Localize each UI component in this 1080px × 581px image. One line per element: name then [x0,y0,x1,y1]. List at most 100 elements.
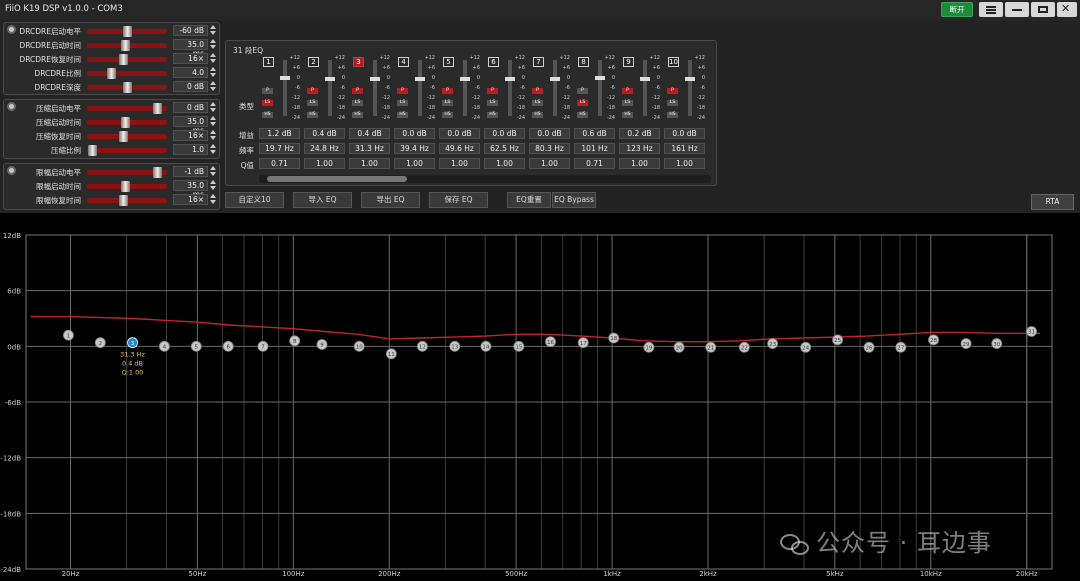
band-type-p-button[interactable]: P [352,88,363,94]
band-type-ls-button[interactable]: LS [397,100,408,106]
band-type-p-button[interactable]: P [262,88,273,94]
drcdre-row-value[interactable]: 0 dB [173,81,208,92]
close-button[interactable]: ✕ [1057,2,1077,17]
band-type-ls-button[interactable]: LS [622,100,633,106]
band-q-field[interactable]: 1.00 [529,158,570,169]
drcdre-row-slider[interactable] [87,54,167,65]
band-number-10[interactable]: 10 [668,57,679,67]
band-gain-field[interactable]: 0.6 dB [574,128,615,139]
menu-button[interactable] [979,2,1003,17]
limiter-enable-icon[interactable] [7,166,16,175]
drcdre-row-slider-thumb[interactable] [119,54,128,65]
band-number-4[interactable]: 4 [398,57,409,67]
band-type-hs-button[interactable]: HS [487,112,498,118]
band-type-ls-button[interactable]: LS [577,100,588,106]
band-type-ls-button[interactable]: LS [487,100,498,106]
drcdre-row-spin-icon[interactable] [209,81,217,92]
compressor-row-value[interactable]: 35.0 ms [173,116,208,135]
band-type-p-button[interactable]: P [577,88,588,94]
band-type-hs-button[interactable]: HS [667,112,678,118]
save-eq-button[interactable]: 保存 EQ [429,192,488,208]
compressor-row-spin-icon[interactable] [209,102,217,113]
band-type-hs-button[interactable]: HS [307,112,318,118]
custom-preset-button[interactable]: 自定义10 [225,192,284,208]
drcdre-row-spin-icon[interactable] [209,39,217,50]
compressor-row-slider-thumb[interactable] [153,103,162,114]
drcdre-enable-icon[interactable] [7,25,16,34]
band-freq-field[interactable]: 19.7 Hz [259,143,300,154]
band-freq-field[interactable]: 39.4 Hz [394,143,435,154]
limiter-row-slider-thumb[interactable] [121,181,130,192]
band-gain-field[interactable]: 0.2 dB [619,128,660,139]
band-freq-field[interactable]: 31.3 Hz [349,143,390,154]
band-q-field[interactable]: 1.00 [664,158,705,169]
band-number-7[interactable]: 7 [533,57,544,67]
band-number-3[interactable]: 3 [353,57,364,67]
drcdre-row-value[interactable]: 16× [173,53,208,64]
drcdre-row-value[interactable]: -60 dB [173,25,208,36]
band-gain-slider[interactable] [550,60,560,116]
band-type-ls-button[interactable]: LS [442,100,453,106]
band-gain-field[interactable]: 0.0 dB [439,128,480,139]
band-type-hs-button[interactable]: HS [622,112,633,118]
limiter-row-spin-icon[interactable] [209,180,217,191]
compressor-row-slider[interactable] [87,145,167,156]
band-freq-field[interactable]: 80.3 Hz [529,143,570,154]
band-gain-slider[interactable] [460,60,470,116]
limiter-row-slider-thumb[interactable] [119,195,128,206]
band-type-p-button[interactable]: P [487,88,498,94]
maximize-button[interactable] [1031,2,1055,17]
drcdre-row-slider-thumb[interactable] [123,26,132,37]
limiter-row-spin-icon[interactable] [209,166,217,177]
drcdre-row-spin-icon[interactable] [209,53,217,64]
band-number-6[interactable]: 6 [488,57,499,67]
eq-scrollbar[interactable] [259,175,711,183]
drcdre-row-slider[interactable] [87,26,167,37]
compressor-row-spin-icon[interactable] [209,130,217,141]
band-gain-field[interactable]: 0.4 dB [304,128,345,139]
band-gain-slider[interactable] [280,60,290,116]
drcdre-row-spin-icon[interactable] [209,25,217,36]
band-type-ls-button[interactable]: LS [352,100,363,106]
band-freq-field[interactable]: 49.6 Hz [439,143,480,154]
compressor-row-slider[interactable] [87,131,167,142]
compressor-row-slider-thumb[interactable] [121,117,130,128]
band-type-hs-button[interactable]: HS [397,112,408,118]
band-gain-field[interactable]: 0.0 dB [529,128,570,139]
band-freq-field[interactable]: 62.5 Hz [484,143,525,154]
minimize-button[interactable] [1005,2,1029,17]
band-q-field[interactable]: 1.00 [394,158,435,169]
drcdre-row-slider-thumb[interactable] [107,68,116,79]
band-gain-slider[interactable] [505,60,515,116]
eq-reset-button[interactable]: EQ重置 [507,192,551,208]
rta-button[interactable]: RTA [1031,194,1074,210]
band-type-p-button[interactable]: P [442,88,453,94]
limiter-row-slider[interactable] [87,181,167,192]
band-gain-field[interactable]: 0.0 dB [664,128,705,139]
band-gain-field[interactable]: 1.2 dB [259,128,300,139]
band-type-p-button[interactable]: P [397,88,408,94]
eq-bypass-button[interactable]: EQ Bypass [552,192,596,208]
band-q-field[interactable]: 0.71 [574,158,615,169]
drcdre-row-value[interactable]: 35.0 ms [173,39,208,58]
band-gain-slider[interactable] [325,60,335,116]
disconnect-button[interactable]: 断开 [941,2,973,17]
compressor-row-slider-thumb[interactable] [119,131,128,142]
compressor-row-spin-icon[interactable] [209,116,217,127]
band-type-p-button[interactable]: P [622,88,633,94]
band-freq-field[interactable]: 101 Hz [574,143,615,154]
band-number-8[interactable]: 8 [578,57,589,67]
limiter-row-value[interactable]: 35.0 ms [173,180,208,199]
band-type-hs-button[interactable]: HS [532,112,543,118]
drcdre-row-slider[interactable] [87,82,167,93]
band-q-field[interactable]: 1.00 [304,158,345,169]
band-q-field[interactable]: 1.00 [349,158,390,169]
compressor-row-slider[interactable] [87,117,167,128]
band-type-hs-button[interactable]: HS [442,112,453,118]
eq-scrollbar-thumb[interactable] [267,176,407,182]
band-type-hs-button[interactable]: HS [262,112,273,118]
limiter-row-spin-icon[interactable] [209,194,217,205]
band-number-1[interactable]: 1 [263,57,274,67]
band-type-ls-button[interactable]: LS [532,100,543,106]
band-q-field[interactable]: 0.71 [259,158,300,169]
